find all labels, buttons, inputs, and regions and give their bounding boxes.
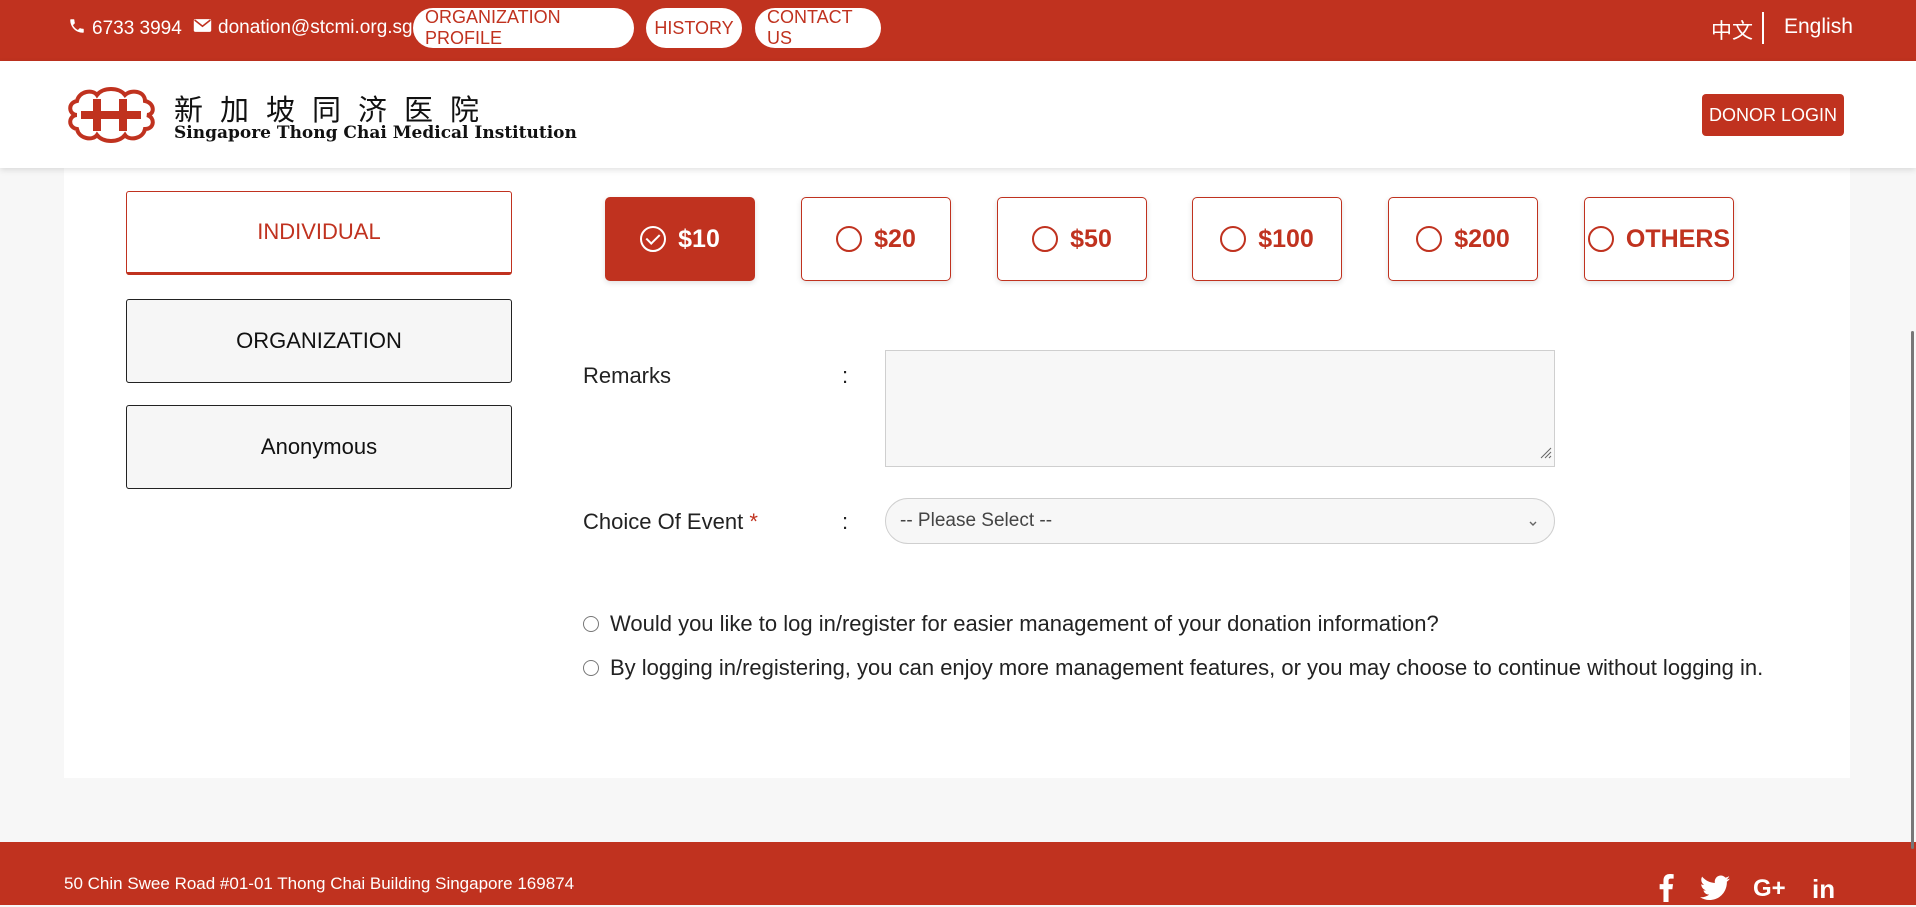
donor-type-organization[interactable]: ORGANIZATION: [126, 299, 512, 383]
amount-50-button[interactable]: $50: [997, 197, 1147, 281]
nav-history[interactable]: HISTORY: [646, 8, 742, 48]
remarks-colon: :: [842, 363, 849, 388]
amount-label: $50: [1070, 224, 1112, 253]
check-circle-icon: [640, 226, 667, 252]
amount-label: $20: [874, 224, 916, 253]
event-select[interactable]: -- Please Select --: [885, 498, 1555, 544]
svg-text:G+: G+: [1753, 875, 1786, 900]
nav-organization-profile[interactable]: ORGANIZATION PROFILE: [413, 7, 634, 48]
amount-label: OTHERS: [1625, 224, 1731, 253]
option-label: Would you like to log in/register for ea…: [610, 611, 1439, 636]
footer-address: 50 Chin Swee Road #01-01 Thong Chai Buil…: [64, 874, 575, 893]
language-chinese[interactable]: 中文: [1711, 15, 1753, 45]
amount-label: $200: [1454, 224, 1510, 253]
radio-circle-icon: [1220, 226, 1247, 252]
amount-20-button[interactable]: $20: [801, 197, 951, 281]
amount-label: $10: [678, 224, 720, 253]
svg-text:in: in: [1812, 874, 1835, 902]
facebook-icon[interactable]: [1657, 874, 1675, 907]
language-divider: [1762, 12, 1764, 44]
remarks-label: Remarks: [583, 363, 672, 388]
amount-10-button[interactable]: $10: [605, 197, 755, 281]
login-option-continue[interactable]: By logging in/registering, you can enjoy…: [583, 655, 1763, 681]
phone-icon: [68, 17, 86, 41]
amount-200-button[interactable]: $200: [1388, 197, 1538, 281]
amount-others-button[interactable]: OTHERS: [1584, 197, 1734, 281]
nav-contact-us[interactable]: CONTACT US: [755, 7, 881, 48]
remarks-textarea[interactable]: [885, 350, 1555, 467]
option-label: By logging in/registering, you can enjoy…: [610, 655, 1764, 680]
site-footer: 50 Chin Swee Road #01-01 Thong Chai Buil…: [0, 842, 1916, 905]
email-address: donation@stcmi.org.sg: [218, 17, 413, 38]
donor-login-button[interactable]: DONOR LOGIN: [1702, 94, 1844, 136]
chevron-down-icon: [1528, 512, 1538, 534]
language-english[interactable]: English: [1784, 15, 1853, 39]
amount-label: $100: [1258, 224, 1314, 253]
radio-circle-icon: [836, 226, 863, 252]
top-bar: 6733 3994 donation@stcmi.org.sg ORGANIZA…: [0, 0, 1916, 61]
event-select-value: -- Please Select --: [900, 510, 1053, 531]
google-plus-icon[interactable]: G+: [1753, 874, 1789, 905]
event-label-text: Choice Of Event: [583, 509, 744, 534]
phone-number: 6733 3994: [92, 18, 182, 39]
resize-handle-icon[interactable]: [1538, 445, 1552, 464]
radio-circle-icon: [1416, 226, 1443, 252]
page-scrollbar[interactable]: [1911, 331, 1914, 849]
radio-circle-icon: [1032, 226, 1059, 252]
logo-icon[interactable]: [63, 85, 159, 150]
event-label: Choice Of Event *: [583, 509, 758, 535]
login-option-register[interactable]: Would you like to log in/register for ea…: [583, 611, 1439, 637]
phone-contact[interactable]: 6733 3994: [68, 17, 182, 41]
donor-type-anonymous[interactable]: Anonymous: [126, 405, 512, 489]
radio-button[interactable]: [583, 660, 599, 676]
radio-circle-icon: [1587, 226, 1614, 252]
radio-button[interactable]: [583, 616, 599, 632]
amount-100-button[interactable]: $100: [1192, 197, 1342, 281]
event-colon: :: [842, 509, 849, 534]
email-contact[interactable]: donation@stcmi.org.sg: [193, 17, 413, 39]
twitter-icon[interactable]: [1700, 874, 1730, 907]
donor-type-individual[interactable]: INDIVIDUAL: [126, 191, 512, 275]
linkedin-icon[interactable]: in: [1812, 874, 1840, 907]
logo-english-name: Singapore Thong Chai Medical Institution: [174, 123, 577, 143]
envelope-icon: [193, 17, 212, 39]
required-asterisk: *: [749, 509, 758, 534]
site-header: 新加坡同济医院 Singapore Thong Chai Medical Ins…: [0, 61, 1916, 168]
